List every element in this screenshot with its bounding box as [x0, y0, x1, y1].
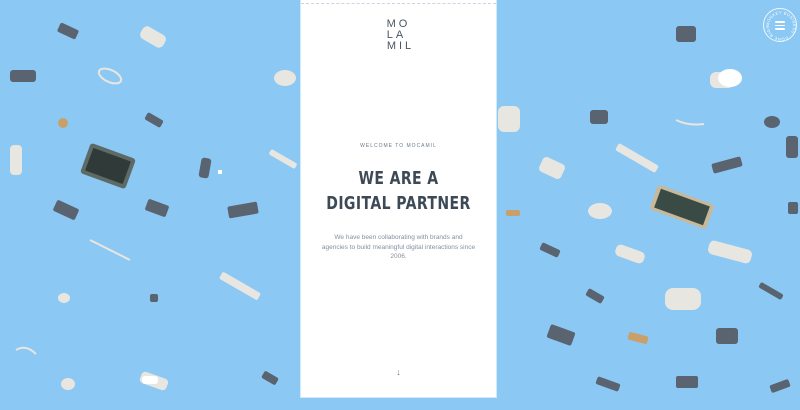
menu-icon[interactable]	[775, 21, 785, 30]
logo-line-3: MIL	[386, 40, 415, 52]
brand-logo[interactable]: MO LA MIL	[301, 19, 496, 52]
hero-headline: WE ARE A DIGITAL PARTNER	[322, 166, 474, 216]
object-tablet-left	[80, 143, 136, 189]
arrow-down-icon[interactable]: ↓	[301, 367, 496, 377]
object-tablet-right	[650, 185, 714, 229]
headline-line-1: WE ARE A	[358, 168, 439, 189]
menu-badge-button[interactable]: MONKEY BUSINESS · DONE RIGHT ·	[763, 8, 797, 42]
headline-line-2: DIGITAL PARTNER	[326, 193, 471, 214]
panel-top-divider	[301, 3, 496, 4]
hero-description: We have been collaborating with brands a…	[321, 234, 476, 260]
hero-panel: MO LA MIL WELCOME TO MOCAMIL WE ARE A DI…	[301, 0, 496, 397]
hero-eyebrow: WELCOME TO MOCAMIL	[360, 143, 437, 149]
